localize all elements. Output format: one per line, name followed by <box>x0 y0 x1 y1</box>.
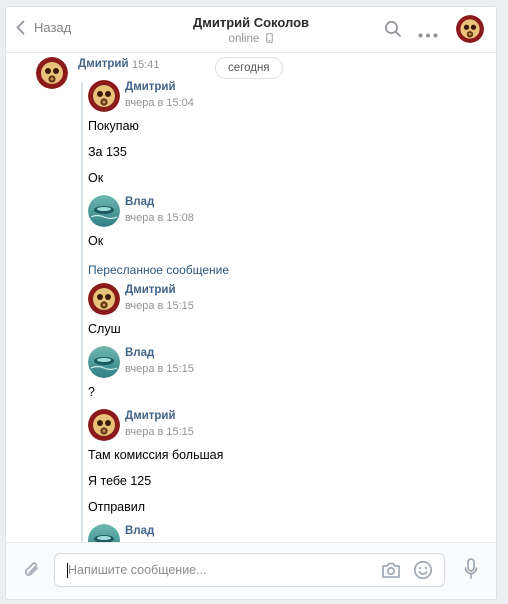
message-time[interactable]: вчера в 15:08 <box>125 212 194 224</box>
forwarded-message: Влад вчера в 15:15? <box>88 346 468 409</box>
message-author[interactable]: Дмитрий <box>125 284 176 296</box>
chat-window: Назад Дмитрий Соколов online сегодня Дми… <box>5 6 497 600</box>
message-text: ? <box>88 385 95 399</box>
message-author[interactable]: Дмитрий <box>125 410 176 422</box>
message-text: Слуш <box>88 322 121 336</box>
message-text: Ок <box>88 234 104 248</box>
paperclip-icon[interactable] <box>22 559 42 584</box>
message-text: Ок <box>88 171 104 185</box>
message-author[interactable]: Влад <box>125 196 154 208</box>
forwarded-message: Дмитрий вчера в 15:15 Там комиссия большая… <box>88 409 468 524</box>
message-text: Покупаю <box>88 119 139 133</box>
main-message-time[interactable]: 15:41 <box>132 59 160 71</box>
forwarded-message: Владвчера в 15:15 <box>88 524 468 542</box>
emoji-icon[interactable] <box>413 560 433 583</box>
status-text: online <box>228 33 260 45</box>
message-time[interactable]: вчера в 15:04 <box>125 97 194 109</box>
more-options-icon[interactable] <box>418 27 438 41</box>
message-author[interactable]: Дмитрий <box>125 81 176 93</box>
forwarded-message-label[interactable]: Пересланное сообщение <box>88 258 468 283</box>
message-text: За 135 <box>88 145 127 159</box>
message-text: Я тебе 125 <box>88 474 152 488</box>
main-author-name[interactable]: Дмитрий <box>78 58 129 70</box>
message-input-box[interactable] <box>54 553 445 587</box>
message-author[interactable]: Влад <box>125 525 154 537</box>
main-author-avatar[interactable] <box>36 57 68 89</box>
forwarded-message: Влад вчера в 15:08 Ок <box>88 195 468 258</box>
gasmask-avatar[interactable] <box>88 80 120 112</box>
forwarded-messages: Дмитрий вчера в 15:04 Покупаю За 135 Ок Влад в… <box>88 80 468 542</box>
message-composer <box>6 542 496 599</box>
search-icon[interactable] <box>384 20 402 41</box>
mobile-phone-icon <box>266 33 274 43</box>
gasmask-avatar[interactable] <box>88 283 120 315</box>
message-author[interactable]: Влад <box>125 347 154 359</box>
microphone-icon[interactable] <box>464 558 478 583</box>
message-input[interactable] <box>68 554 368 586</box>
contact-avatar[interactable] <box>456 15 484 43</box>
message-time[interactable]: вчера в 15:15 <box>125 426 194 438</box>
chat-header: Назад Дмитрий Соколов online <box>6 7 496 53</box>
message-text: Там комиссия большая <box>88 448 224 462</box>
message-history[interactable]: сегодня Дмитрий 15:41 Дмитрий вчера в 15:… <box>6 54 496 542</box>
gasmask-avatar[interactable] <box>88 409 120 441</box>
message-time[interactable]: вчера в 15:15 <box>125 300 194 312</box>
camera-icon[interactable] <box>381 561 401 582</box>
date-divider: сегодня <box>215 57 283 79</box>
message-time[interactable]: вчера в 15:15 <box>125 363 194 375</box>
forwarded-message: Дмитрий вчера в 15:04 Покупаю За 135 Ок <box>88 80 468 195</box>
message-text: Отправил <box>88 500 146 514</box>
forwarded-quote-bar <box>81 82 83 542</box>
water-avatar[interactable] <box>88 346 120 378</box>
water-avatar[interactable] <box>88 195 120 227</box>
forwarded-message: Дмитрий вчера в 15:15 Слуш <box>88 283 468 346</box>
